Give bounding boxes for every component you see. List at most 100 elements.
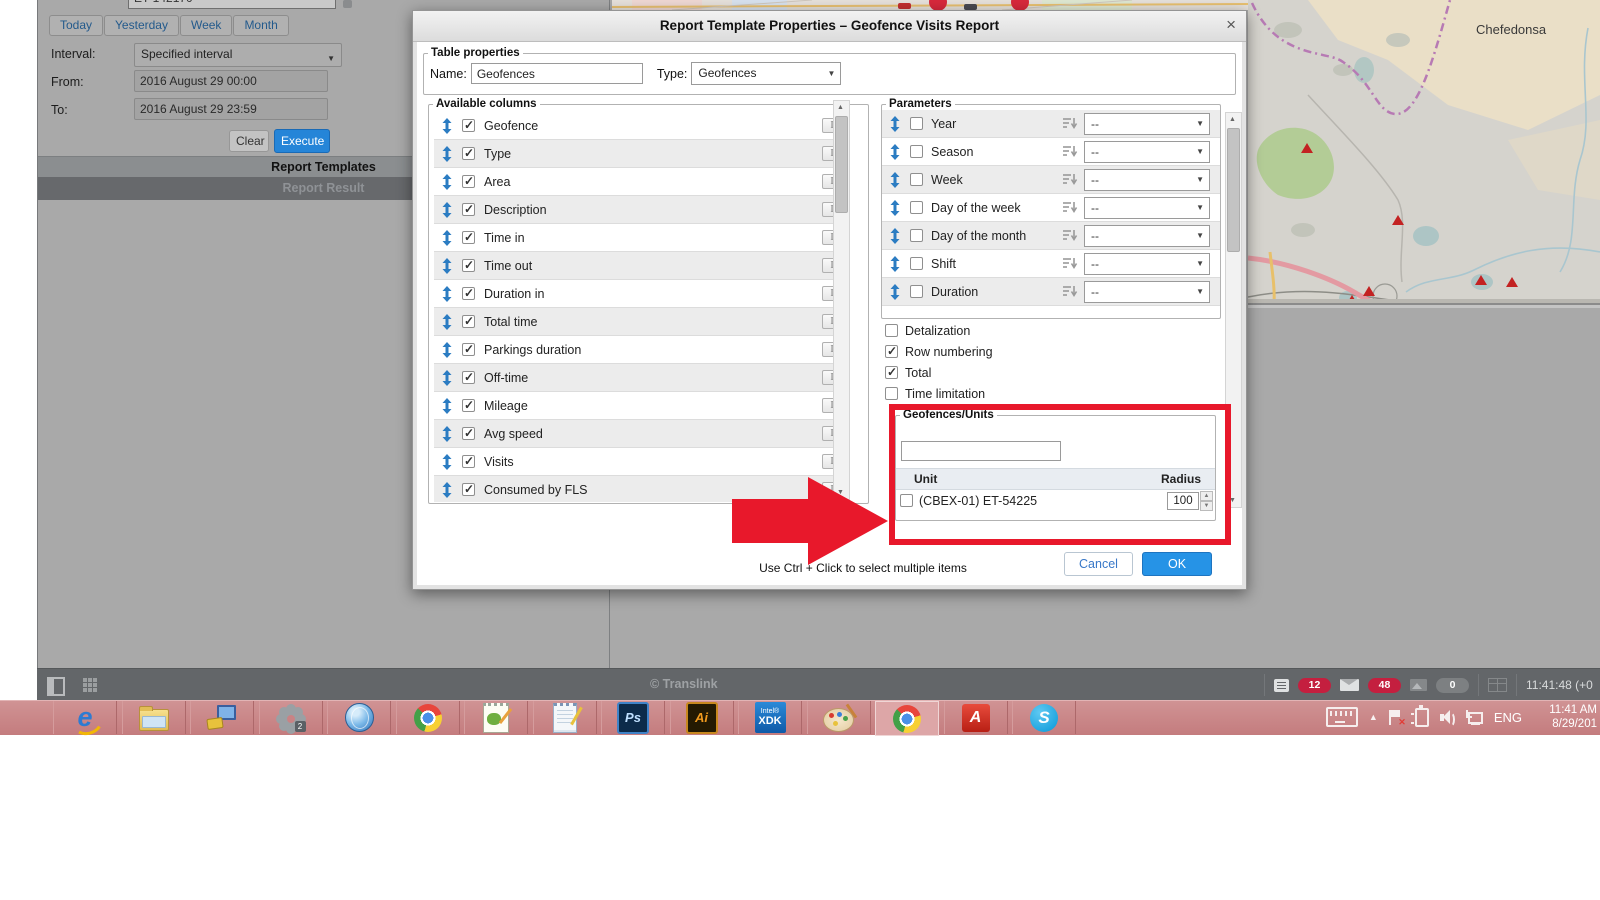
template-name-input[interactable] [471,63,643,84]
spin-up-icon[interactable]: ▲ [1200,491,1213,501]
move-updown-icon[interactable] [890,200,902,216]
units-filter-input[interactable] [901,441,1061,461]
taskbar-slot[interactable]: S [1012,701,1076,734]
parameter-value-select[interactable]: -- [1084,141,1210,163]
spin-down-icon[interactable]: ▼ [1200,501,1213,511]
column-checkbox[interactable] [462,483,475,496]
option-checkbox[interactable] [885,387,898,400]
move-updown-icon[interactable] [442,482,454,498]
sort-order-icon[interactable] [1062,201,1078,214]
move-updown-icon[interactable] [442,258,454,274]
move-updown-icon[interactable] [442,314,454,330]
scroll-up-icon[interactable]: ▲ [1226,113,1239,126]
map[interactable]: Chefedonsa [1248,0,1600,305]
from-date-input[interactable] [134,70,328,92]
move-updown-icon[interactable] [442,342,454,358]
quick-button-week[interactable]: Week [180,15,232,36]
quick-button-month[interactable]: Month [233,15,288,36]
move-updown-icon[interactable] [442,286,454,302]
column-checkbox[interactable] [462,399,475,412]
parameter-checkbox[interactable] [910,285,923,298]
action-center-flag-icon[interactable]: ✕ [1389,710,1402,725]
move-updown-icon[interactable] [442,174,454,190]
radius-input[interactable] [1167,492,1199,510]
parameter-checkbox[interactable] [910,117,923,130]
taskbar-slot[interactable]: e [53,701,117,734]
column-checkbox[interactable] [462,315,475,328]
clear-button[interactable]: Clear [229,130,269,152]
move-updown-icon[interactable] [442,370,454,386]
move-updown-icon[interactable] [890,172,902,188]
parameter-value-select[interactable]: -- [1084,281,1210,303]
unit-row[interactable]: (CBEX-01) ET-54225▲▼ [896,489,1215,512]
column-checkbox[interactable] [462,371,475,384]
column-checkbox[interactable] [462,147,475,160]
option-checkbox[interactable] [885,345,898,358]
sort-order-icon[interactable] [1062,257,1078,270]
unit-search-input[interactable] [128,0,336,9]
scroll-thumb[interactable] [1227,128,1240,252]
parameter-checkbox[interactable] [910,257,923,270]
move-updown-icon[interactable] [890,256,902,272]
column-checkbox[interactable] [462,203,475,216]
apps-grid-icon[interactable] [83,678,97,692]
taskbar-slot[interactable] [533,701,597,734]
photos-icon[interactable] [1410,679,1427,691]
columns-scrollbar[interactable]: ▲ ▼ [833,100,850,500]
column-checkbox[interactable] [462,175,475,188]
parameter-value-select[interactable]: -- [1084,113,1210,135]
parameter-checkbox[interactable] [910,145,923,158]
power-battery-icon[interactable] [1415,708,1429,727]
scroll-thumb[interactable] [835,116,848,213]
network-icon[interactable] [1466,710,1483,725]
taskbar-slot[interactable]: 2 [259,701,323,734]
taskbar-slot[interactable]: Ai [670,701,734,734]
column-checkbox[interactable] [462,455,475,468]
taskbar-slot[interactable] [464,701,528,734]
parameter-value-select[interactable]: -- [1084,169,1210,191]
move-updown-icon[interactable] [890,116,902,132]
move-updown-icon[interactable] [442,454,454,470]
move-updown-icon[interactable] [442,426,454,442]
column-checkbox[interactable] [462,259,475,272]
quick-button-today[interactable]: Today [49,15,103,36]
sort-order-icon[interactable] [1062,229,1078,242]
move-updown-icon[interactable] [890,284,902,300]
cancel-button[interactable]: Cancel [1064,552,1133,576]
scroll-down-icon[interactable]: ▼ [1226,494,1239,507]
option-checkbox[interactable] [885,324,898,337]
interval-select[interactable]: Specified interval [134,43,342,67]
move-updown-icon[interactable] [890,228,902,244]
notifications-icon[interactable] [1274,679,1289,692]
column-checkbox[interactable] [462,287,475,300]
touch-keyboard-icon[interactable] [1326,707,1358,727]
ok-button[interactable]: OK [1142,552,1212,576]
taskbar-slot[interactable] [875,701,939,736]
sort-order-icon[interactable] [1062,285,1078,298]
quick-button-yesterday[interactable]: Yesterday [104,15,179,36]
sort-order-icon[interactable] [1062,145,1078,158]
scroll-up-icon[interactable]: ▲ [834,101,847,114]
layout-icon[interactable] [1488,678,1507,692]
messages-icon[interactable] [1340,679,1359,691]
column-checkbox[interactable] [462,343,475,356]
column-checkbox[interactable] [462,119,475,132]
taskbar-slot[interactable] [190,701,254,734]
parameter-checkbox[interactable] [910,229,923,242]
move-updown-icon[interactable] [442,398,454,414]
move-updown-icon[interactable] [442,202,454,218]
move-updown-icon[interactable] [442,118,454,134]
sort-order-icon[interactable] [1062,173,1078,186]
tray-clock[interactable]: 11:41 AM 8/29/201 [1533,703,1597,732]
move-updown-icon[interactable] [442,146,454,162]
parameter-checkbox[interactable] [910,173,923,186]
radius-spinner[interactable]: ▲▼ [1200,491,1213,511]
language-indicator[interactable]: ENG [1494,710,1522,725]
parameter-value-select[interactable]: -- [1084,225,1210,247]
taskbar-slot[interactable]: Ps [601,701,665,734]
parameter-value-select[interactable]: -- [1084,253,1210,275]
move-updown-icon[interactable] [890,144,902,160]
tray-expand-icon[interactable]: ▲ [1369,712,1378,722]
execute-button[interactable]: Execute [274,129,330,153]
taskbar-slot[interactable] [396,701,460,734]
